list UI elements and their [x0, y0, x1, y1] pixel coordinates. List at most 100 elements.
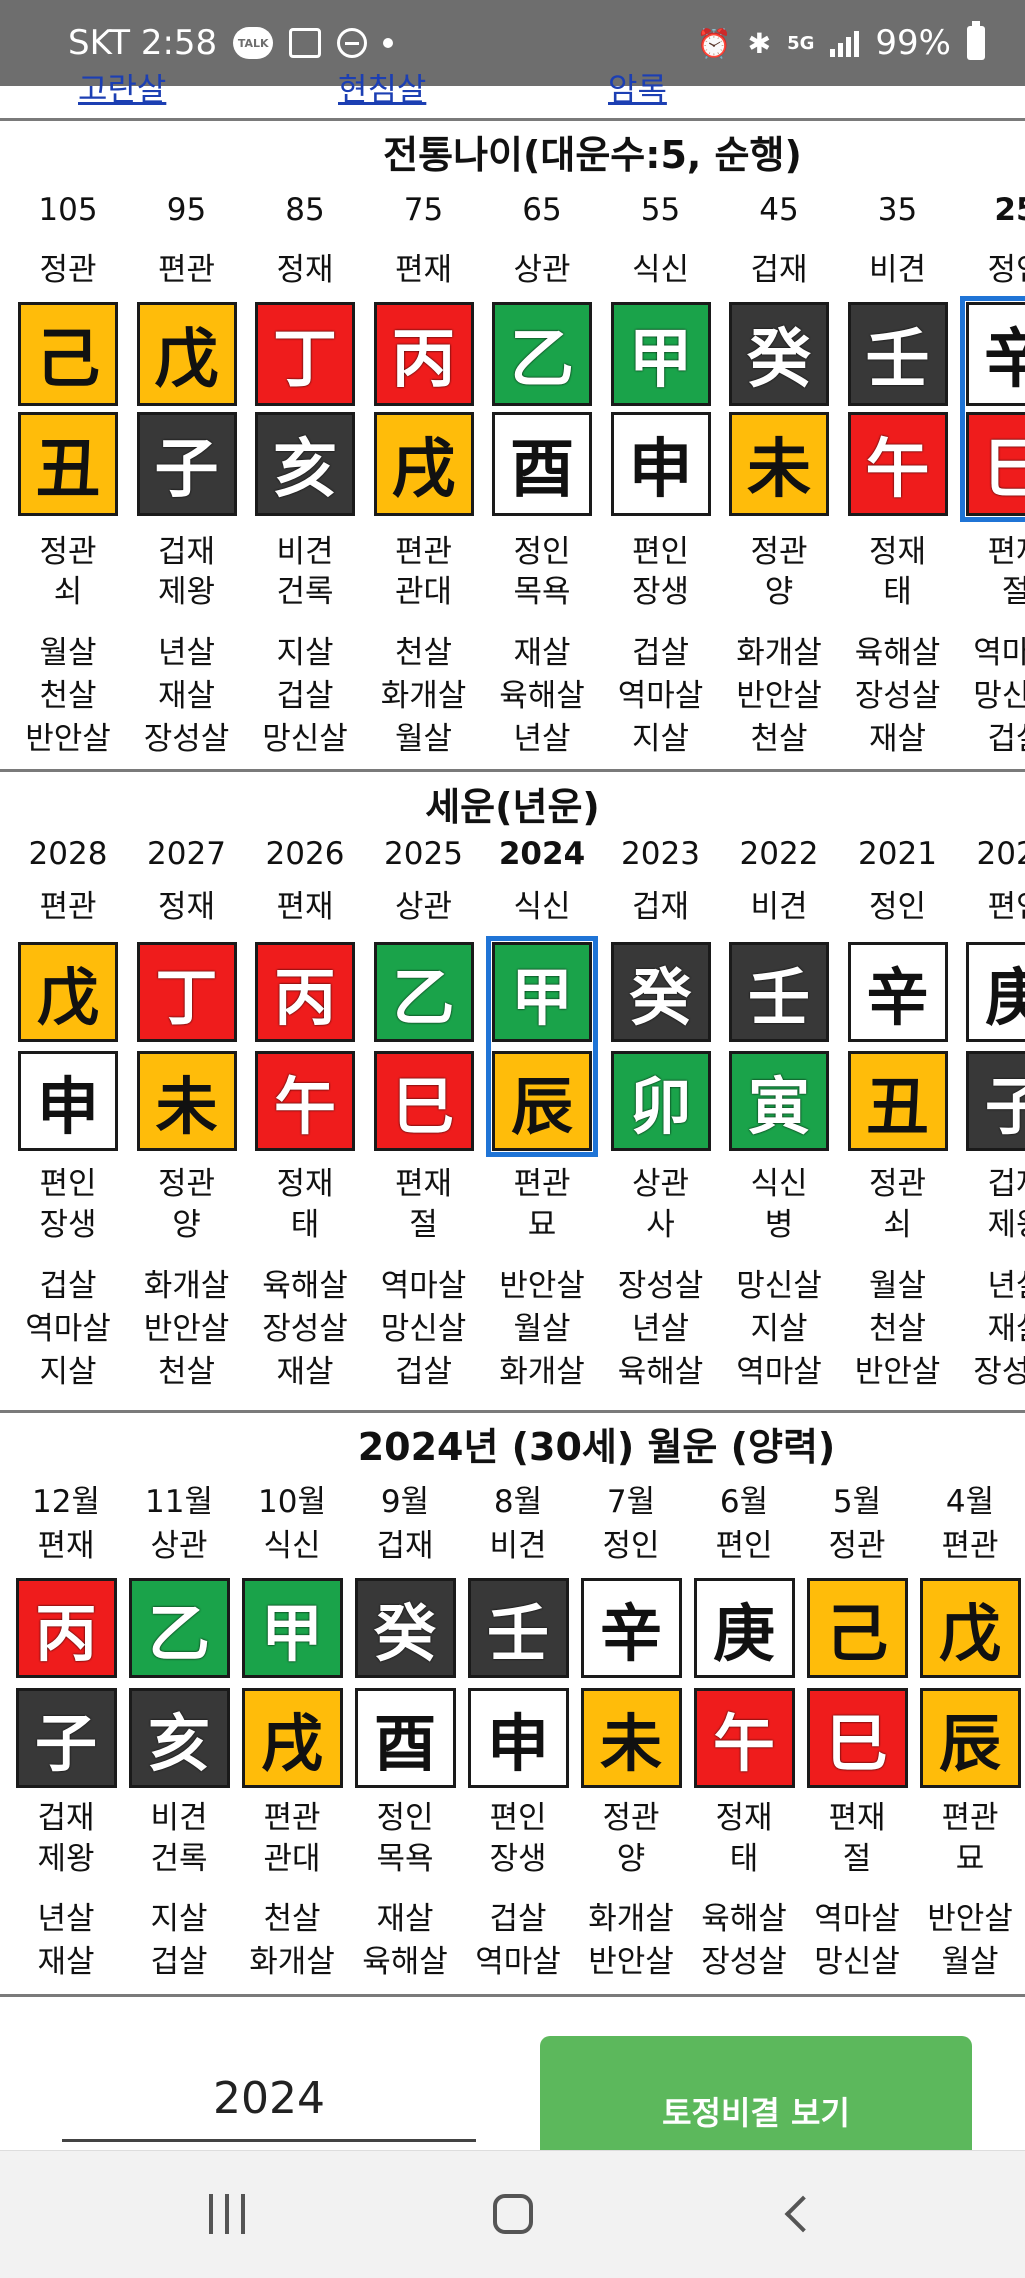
stem-ten-god-label: 편인 [987, 889, 1025, 925]
sewoon-column[interactable]: 2028 편관 戊申 편인 장생 겁살 역마살 지살 [9, 776, 128, 1409]
sinsal-label: 겁살 [489, 1901, 547, 1937]
twelve-stage-label: 묘 [955, 1841, 985, 1877]
heavenly-stem-tile[interactable]: 己 [806, 1578, 908, 1678]
heavenly-stem-tile[interactable]: 辛 [847, 942, 948, 1042]
earthly-branch-tile[interactable]: 戌 [373, 412, 474, 516]
sinsal-label: 망신살 [380, 1311, 467, 1347]
earthly-branch-tile[interactable]: 子 [15, 1688, 117, 1788]
sewoon-column[interactable]: 2026 편재 丙午 정재 태 육해살 장성살 재살 [246, 776, 365, 1409]
earthly-branch-tile[interactable]: 子 [966, 1051, 1025, 1151]
earthly-branch-tile[interactable]: 午 [255, 1051, 355, 1151]
daewoon-column[interactable]: 85 정재 丁亥 비견 건록 지살 겁살 망신살 [246, 124, 365, 764]
heavenly-stem-tile[interactable]: 辛 [580, 1578, 682, 1678]
link-amrok[interactable]: 암록 [608, 74, 667, 110]
earthly-branch-tile[interactable]: 卯 [610, 1051, 711, 1151]
earthly-branch-tile[interactable]: 申 [467, 1688, 569, 1788]
heavenly-stem-tile[interactable]: 乙 [128, 1578, 230, 1678]
heavenly-stem-tile[interactable]: 庚 [966, 942, 1025, 1042]
heavenly-stem-tile[interactable]: 癸 [354, 1578, 456, 1678]
wolwoon-column[interactable]: 8월 비견 壬申 편인 장생 겁살 역마살 [462, 1416, 575, 1994]
back-button[interactable] [758, 2179, 848, 2249]
heavenly-stem-tile[interactable]: 丙 [255, 942, 355, 1042]
earthly-branch-tile[interactable]: 丑 [847, 1051, 948, 1151]
recent-apps-button[interactable] [182, 2179, 272, 2249]
earthly-branch-tile[interactable]: 未 [136, 1051, 237, 1151]
earthly-branch-tile[interactable]: 午 [847, 412, 948, 516]
sinsal-label: 재살 [157, 678, 216, 714]
sewoon-column[interactable]: 2020 편인 庚子 겁재제왕년살재살장성살 [957, 776, 1025, 1409]
earthly-branch-tile[interactable]: 酉 [354, 1688, 456, 1788]
heavenly-stem-tile[interactable]: 丙 [15, 1578, 117, 1678]
wolwoon-column[interactable]: 12월 편재 丙子 겁재 제왕 년살 재살 [10, 1416, 123, 1994]
heavenly-stem-tile[interactable]: 癸 [729, 302, 829, 406]
home-button[interactable] [468, 2179, 558, 2249]
sinsal-label: 화개살 [143, 1268, 230, 1304]
daewoon-column[interactable]: 75 편재 丙戌 편관 관대 천살 화개살 월살 [364, 124, 483, 764]
heavenly-stem-tile[interactable]: 丁 [255, 302, 355, 406]
heavenly-stem-tile[interactable]: 甲 [610, 302, 711, 406]
wolwoon-column[interactable]: 10월 식신 甲戌 편관 관대 천살 화개살 [236, 1416, 349, 1994]
wolwoon-column[interactable]: 4월 편관 戊辰 편관 묘 반안살 월살 [914, 1416, 1025, 1994]
heavenly-stem-tile[interactable]: 戊 [18, 942, 118, 1042]
sewoon-column[interactable]: 2022 비견 壬寅 식신 병 망신살 지살 역마살 [720, 776, 839, 1409]
branch-ten-god-label: 편관 [263, 1800, 321, 1836]
heavenly-stem-tile[interactable]: 甲 [241, 1578, 343, 1678]
sinsal-label: 역마살 [814, 1901, 900, 1937]
earthly-branch-tile[interactable]: 酉 [492, 412, 592, 516]
heavenly-stem-tile[interactable]: 丁 [136, 942, 237, 1042]
link-goransal[interactable]: 고란살 [78, 74, 166, 110]
earthly-branch-tile[interactable]: 午 [693, 1688, 795, 1788]
branch-ten-god-label: 편관 [941, 1800, 999, 1836]
heavenly-stem-tile[interactable]: 壬 [467, 1578, 569, 1678]
year-input[interactable] [62, 2058, 476, 2142]
wolwoon-column[interactable]: 5월 정관 己巳 편재 절 역마살 망신살 [801, 1416, 914, 1994]
daewoon-column[interactable]: 55 식신 甲申 편인 장생 겁살 역마살 지살 [601, 124, 720, 764]
earthly-branch-tile[interactable]: 子 [136, 412, 237, 516]
branch-ten-god-label: 편인 [631, 534, 690, 570]
heavenly-stem-tile[interactable]: 癸 [610, 942, 711, 1042]
wolwoon-column[interactable]: 7월 정인 辛未 정관 양 화개살 반안살 [575, 1416, 688, 1994]
sewoon-column[interactable]: 2027 정재 丁未 정관 양 화개살 반안살 천살 [127, 776, 246, 1409]
stem-ten-god-label: 편재 [37, 1528, 95, 1564]
link-hyeonchimsal[interactable]: 현침살 [338, 74, 426, 110]
daewoon-column[interactable]: 105 정관 己丑 정관 쇠 월살 천살 반안살 [9, 124, 128, 764]
heavenly-stem-tile[interactable]: 庚 [693, 1578, 795, 1678]
daewoon-column[interactable]: 35 비견 壬午 정재 태 육해살 장성살 재살 [838, 124, 957, 764]
wolwoon-column[interactable]: 9월 겁재 癸酉 정인 목욕 재살 육해살 [349, 1416, 462, 1994]
earthly-branch-tile[interactable]: 丑 [18, 412, 118, 516]
earthly-branch-tile[interactable]: 辰 [919, 1688, 1021, 1788]
sewoon-column[interactable]: 2025 상관 乙巳 편재 절 역마살 망신살 겁살 [364, 776, 483, 1409]
earthly-branch-tile[interactable]: 戌 [241, 1688, 343, 1788]
daewoon-column[interactable]: 25정인辛巳편재절역마살망신살겁살 [957, 124, 1025, 764]
wolwoon-column[interactable]: 11월 상관 乙亥 비견 건록 지살 겁살 [123, 1416, 236, 1994]
heavenly-stem-tile[interactable]: 壬 [847, 302, 948, 406]
earthly-branch-tile[interactable]: 巳 [806, 1688, 908, 1788]
earthly-branch-tile[interactable]: 申 [610, 412, 711, 516]
heavenly-stem-tile[interactable]: 乙 [492, 302, 592, 406]
heavenly-stem-tile[interactable]: 丙 [373, 302, 474, 406]
sinsal-label: 겁살 [631, 635, 690, 671]
heavenly-stem-tile[interactable]: 戊 [136, 302, 237, 406]
daewoon-column[interactable]: 65 상관 乙酉 정인 목욕 재살 육해살 년살 [483, 124, 602, 764]
earthly-branch-tile[interactable]: 寅 [729, 1051, 829, 1151]
heavenly-stem-tile[interactable]: 己 [18, 302, 118, 406]
earthly-branch-tile[interactable]: 申 [18, 1051, 118, 1151]
sewoon-column[interactable]: 2023 겁재 癸卯 상관 사 장성살 년살 육해살 [601, 776, 720, 1409]
sewoon-column[interactable]: 2021 정인 辛丑 정관 쇠 월살 천살 반안살 [838, 776, 957, 1409]
heavenly-stem-tile[interactable]: 乙 [373, 942, 474, 1042]
earthly-branch-tile[interactable]: 未 [580, 1688, 682, 1788]
wolwoon-column[interactable]: 6월 편인 庚午 정재 태 육해살 장성살 [688, 1416, 801, 1994]
heavenly-stem-tile[interactable]: 戊 [919, 1578, 1021, 1678]
earthly-branch-tile[interactable]: 未 [729, 412, 829, 516]
heavenly-stem-tile[interactable]: 壬 [729, 942, 829, 1042]
earthly-branch-tile[interactable]: 亥 [255, 412, 355, 516]
earthly-branch-tile[interactable]: 巳 [373, 1051, 474, 1151]
daewoon-column[interactable]: 45 겁재 癸未 정관 양 화개살 반안살 천살 [720, 124, 839, 764]
daewoon-column[interactable]: 95 편관 戊子 겁재 제왕 년살 재살 장성살 [127, 124, 246, 764]
branch-ten-god-label: 편재 [828, 1800, 886, 1836]
sewoon-column[interactable]: 2024 식신 甲辰 편관 묘 반안살 월살 화개살 [483, 776, 602, 1409]
period-label: 2024 [498, 836, 586, 872]
earthly-branch-tile[interactable]: 亥 [128, 1688, 230, 1788]
twelve-stage-label: 절 [409, 1207, 438, 1243]
twelve-stage-label: 목욕 [513, 574, 571, 610]
